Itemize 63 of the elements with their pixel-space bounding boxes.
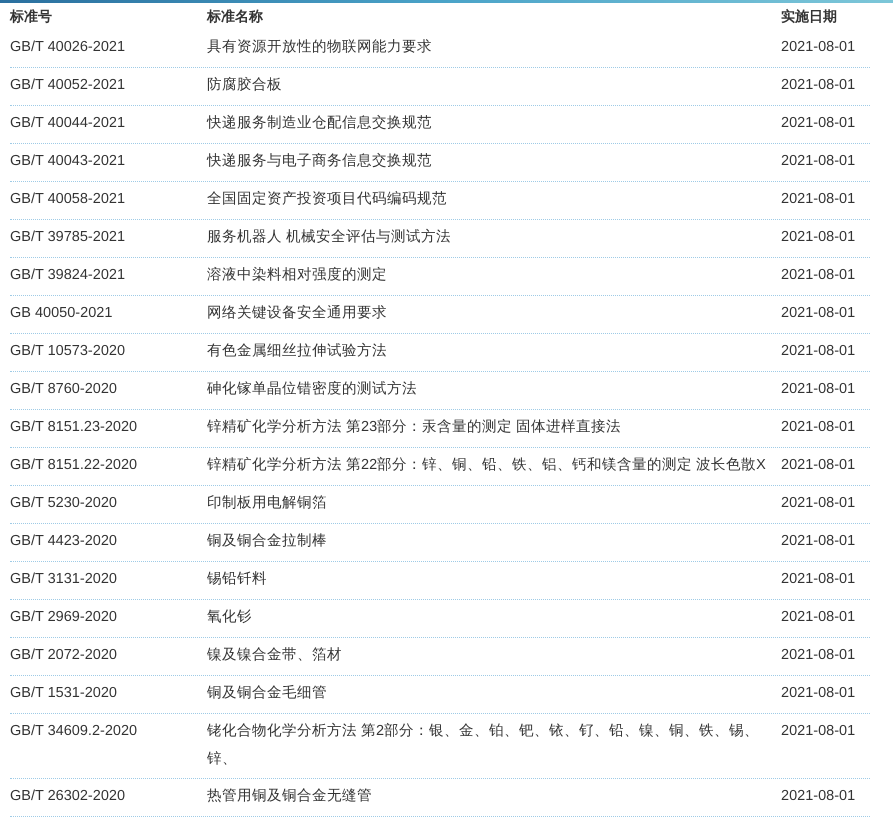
table-cell-text: GB/T 10573-2020	[10, 342, 126, 361]
table-cell-text: 氧化钐	[207, 608, 253, 627]
table-cell-text: 2021-08-01	[781, 304, 856, 323]
column-header: 标准号	[10, 7, 52, 26]
table-cell-text: 2021-08-01	[781, 76, 856, 95]
table-cell-text: 2021-08-01	[781, 266, 856, 285]
table-cell-text: 2021-08-01	[781, 38, 856, 57]
table-cell-text: 铜及铜合金拉制棒	[207, 532, 328, 551]
table-cell-text: 铑化合物化学分析方法 第2部分：银、金、铂、钯、铱、钌、铅、镍、铜、铁、锡、锌、	[207, 722, 760, 769]
table-cell-text: GB/T 34609.2-2020	[10, 722, 138, 741]
table-cell-text: GB 40050-2021	[10, 304, 112, 323]
table-cell-text: GB/T 3131-2020	[10, 570, 117, 589]
table-cell-text: GB/T 4423-2020	[10, 532, 117, 551]
table-cell-text: GB/T 40026-2021	[10, 38, 126, 57]
table-cell-text: 热管用铜及铜合金无缝管	[207, 787, 373, 806]
table-cell-text: GB/T 40043-2021	[10, 152, 126, 171]
table-cell-text: 镍及镍合金带、箔材	[207, 646, 343, 665]
table-cell-text: 2021-08-01	[781, 342, 856, 361]
table-cell-text: GB/T 40058-2021	[10, 190, 126, 209]
table-cell-text: 锌精矿化学分析方法 第22部分：锌、铜、铅、铁、铝、钙和镁含量的测定 波长色散X	[207, 456, 767, 475]
table-cell-text: 2021-08-01	[781, 608, 856, 627]
table-cell-text: 2021-08-01	[781, 684, 856, 703]
table-cell-text: 2021-08-01	[781, 456, 856, 475]
table-cell-text: 锡铅钎料	[207, 570, 268, 589]
table-cell-text: GB/T 26302-2020	[10, 787, 126, 806]
table-cell-text: 2021-08-01	[781, 646, 856, 665]
table-cell-text: 2021-08-01	[781, 380, 856, 399]
table-cell-text: 有色金属细丝拉伸试验方法	[207, 342, 388, 361]
table-cell-text: 2021-08-01	[781, 114, 856, 133]
table-cell-text: 2021-08-01	[781, 532, 856, 551]
table-cell-text: 锌精矿化学分析方法 第23部分：汞含量的测定 固体进样直接法	[207, 418, 622, 437]
table-cell-text: GB/T 1531-2020	[10, 684, 117, 703]
table-cell-text: 快递服务制造业仓配信息交换规范	[207, 114, 433, 133]
table-cell-text: 溶液中染料相对强度的测定	[207, 266, 388, 285]
table-cell-text: GB/T 8151.22-2020	[10, 456, 138, 475]
table-cell-text: GB/T 39824-2021	[10, 266, 126, 285]
table-cell-text: GB/T 39785-2021	[10, 228, 126, 247]
table-cell-text: 2021-08-01	[781, 494, 856, 513]
table-cell-text: 全国固定资产投资项目代码编码规范	[207, 190, 448, 209]
table-cell-text: GB/T 40052-2021	[10, 76, 126, 95]
table-cell-text: 具有资源开放性的物联网能力要求	[207, 38, 433, 57]
table-cell-text: 铜及铜合金毛细管	[207, 684, 328, 703]
table-cell-text: 2021-08-01	[781, 152, 856, 171]
table-cell-text: GB/T 2969-2020	[10, 608, 117, 627]
table-cell-text: GB/T 5230-2020	[10, 494, 117, 513]
table-cell-text: GB/T 8760-2020	[10, 380, 117, 399]
table-cell-text: 砷化镓单晶位错密度的测试方法	[207, 380, 418, 399]
table-cell-text: 印制板用电解铜箔	[207, 494, 328, 513]
table-cell-text: 2021-08-01	[781, 570, 856, 589]
table-cell-text: 2021-08-01	[781, 228, 856, 247]
table-cell-text: 防腐胶合板	[207, 76, 283, 95]
table-cell-text: 2021-08-01	[781, 722, 856, 741]
table-cell-text: GB/T 40044-2021	[10, 114, 126, 133]
table-cell-text: 网络关键设备安全通用要求	[207, 304, 388, 323]
table-cell-text: 2021-08-01	[781, 418, 856, 437]
table-cell-text: 服务机器人 机械安全评估与测试方法	[207, 228, 452, 247]
table-cell-text: 2021-08-01	[781, 190, 856, 209]
table-cell-text: 快递服务与电子商务信息交换规范	[207, 152, 433, 171]
column-header: 实施日期	[781, 7, 837, 26]
table-cell-text: 2021-08-01	[781, 787, 856, 806]
column-header: 标准名称	[207, 7, 263, 26]
table-cell-text: GB/T 8151.23-2020	[10, 418, 138, 437]
table-cell-text: GB/T 2072-2020	[10, 646, 117, 665]
